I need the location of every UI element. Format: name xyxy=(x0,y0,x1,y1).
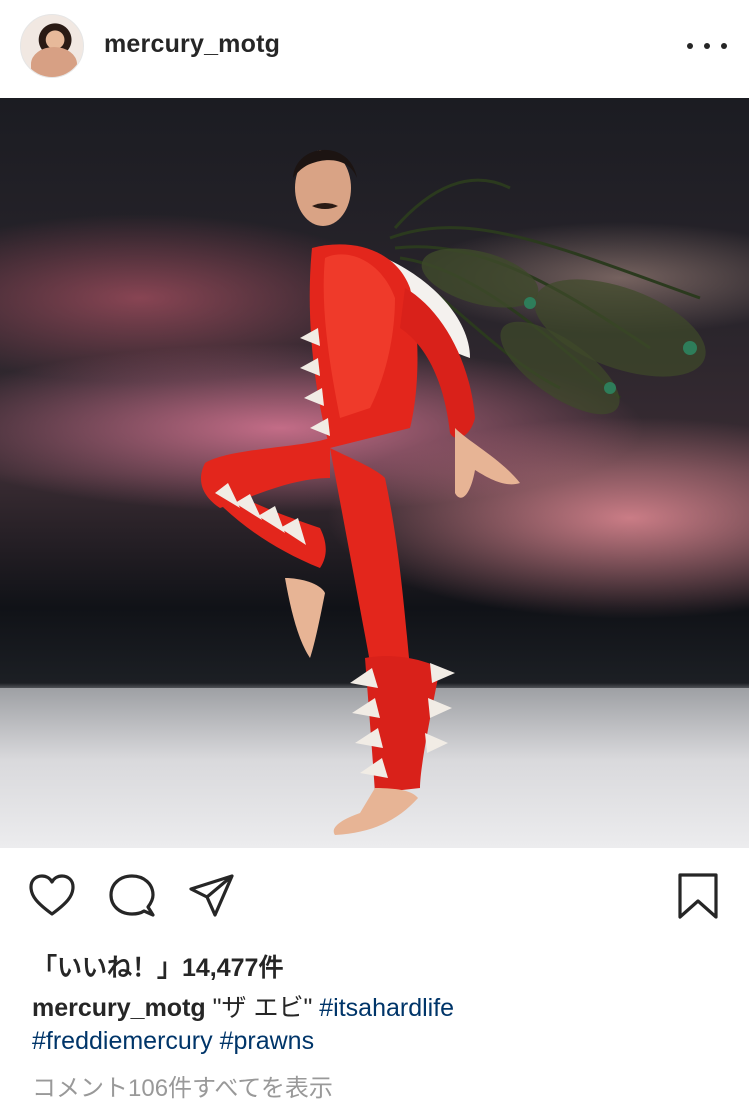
post-photo[interactable] xyxy=(0,98,749,848)
bookmark-icon[interactable] xyxy=(670,868,726,924)
likes-count[interactable]: 「いいね！」14,477件 xyxy=(32,948,283,984)
caption-text: "ザ エビ" xyxy=(205,994,320,1022)
post-actions xyxy=(0,858,749,938)
performer-illustration xyxy=(200,149,706,835)
more-horizontal-icon[interactable] xyxy=(687,32,727,60)
hashtag-link[interactable]: #freddiemercury xyxy=(32,1027,213,1055)
caption-username[interactable]: mercury_motg xyxy=(32,994,206,1022)
send-icon[interactable] xyxy=(184,868,240,924)
hashtag-link[interactable]: #itsahardlife xyxy=(319,994,454,1022)
post-caption: mercury_motg "ザ エビ" #itsahardlife #freddi… xyxy=(32,992,722,1058)
comment-icon[interactable] xyxy=(104,868,160,924)
hashtag-link[interactable]: #prawns xyxy=(220,1027,315,1055)
post-header: mercury_motg xyxy=(0,0,749,98)
view-all-comments-link[interactable]: コメント106件すべてを表示 xyxy=(32,1068,333,1103)
post-username[interactable]: mercury_motg xyxy=(104,30,280,59)
avatar[interactable] xyxy=(20,14,84,78)
heart-icon[interactable] xyxy=(24,868,80,924)
